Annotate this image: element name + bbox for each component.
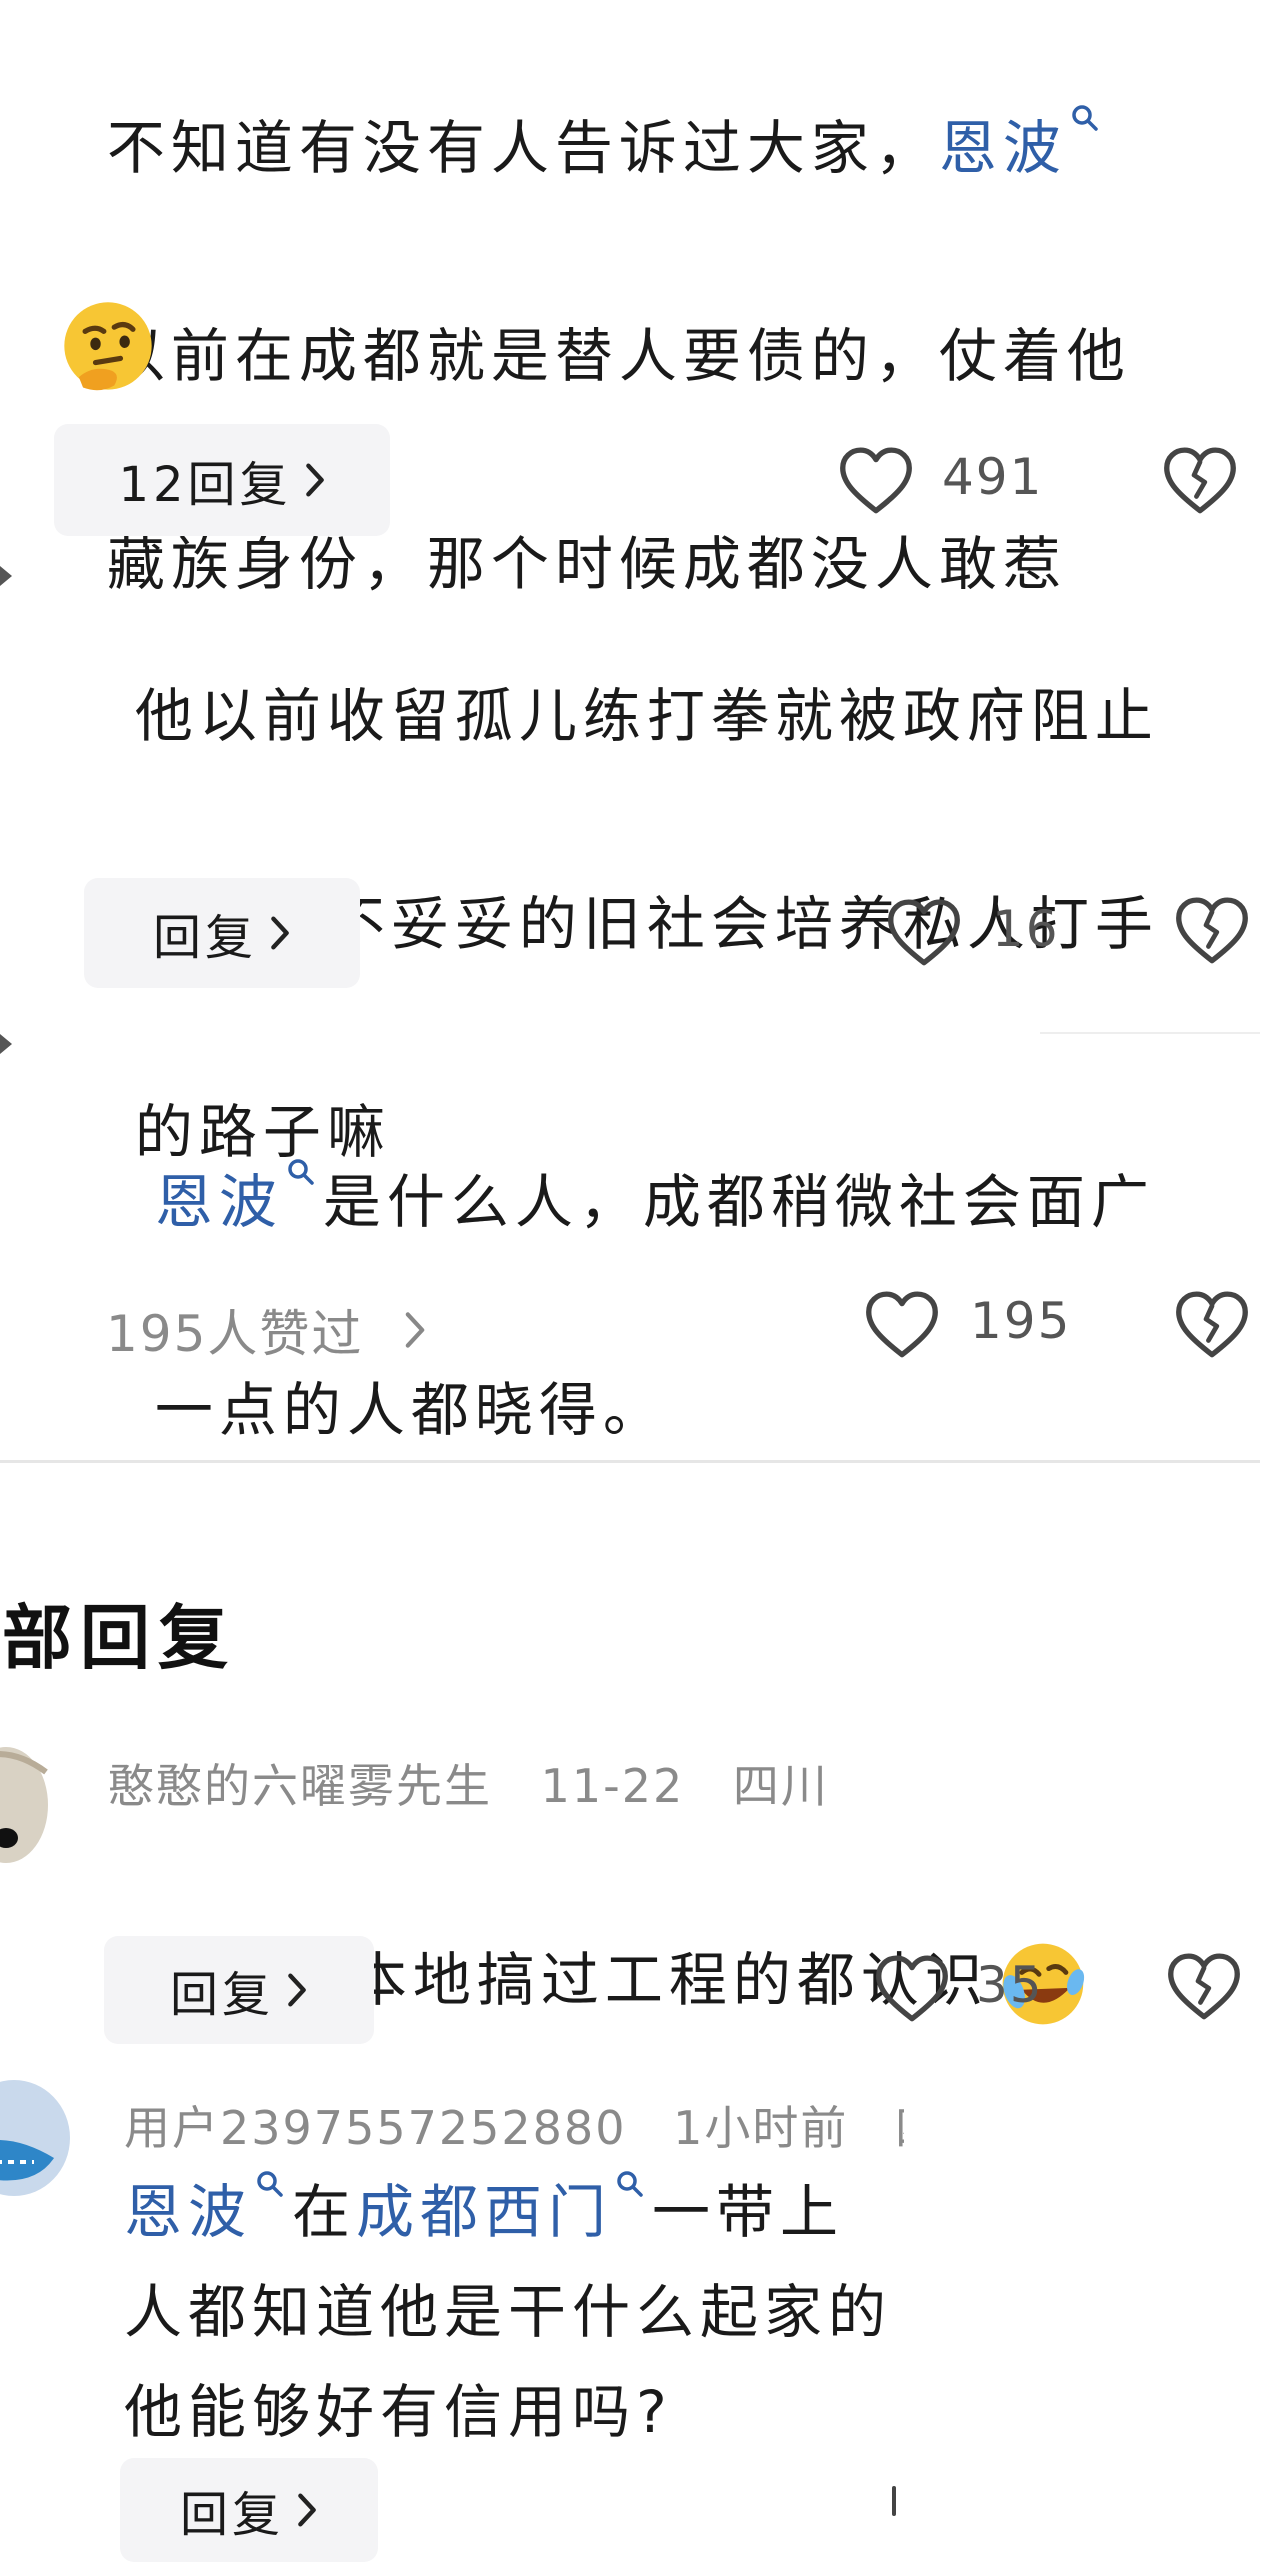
- mention-link[interactable]: 恩波: [155, 1168, 283, 1236]
- reply-label: 回复: [179, 2487, 284, 2543]
- reply-label: 回复: [169, 1967, 274, 2023]
- like-icon-partial[interactable]: [892, 2486, 896, 2516]
- avatar[interactable]: [0, 2078, 72, 2198]
- avatar[interactable]: [0, 1742, 52, 1868]
- reply-location: 四川: [732, 1759, 829, 1813]
- search-icon: [1071, 104, 1099, 132]
- comment-text-line: 他以前收留孤儿练打拳就被政府阻止: [134, 682, 1159, 750]
- reply-button[interactable]: 回复: [84, 878, 360, 988]
- section-divider: [0, 1460, 1260, 1463]
- dislike-broken-heart-icon[interactable]: [1166, 1952, 1242, 2022]
- like-count: 195: [970, 1292, 1072, 1350]
- chevron-right-icon: [286, 1972, 308, 2008]
- reply-location: 四: [895, 2101, 904, 2155]
- username[interactable]: 憨憨的六曜雾先生: [108, 1759, 492, 1813]
- dislike-broken-heart-icon[interactable]: [1174, 896, 1250, 966]
- comment-text-line: 以前在成都就是替人要债的，仗着他: [106, 322, 1131, 390]
- chevron-right-icon: [296, 2492, 318, 2528]
- reply-button[interactable]: 回复: [120, 2458, 378, 2562]
- like-heart-icon[interactable]: [864, 1290, 940, 1360]
- comment-text-segment: 不知道有没有人告诉过大家，: [106, 114, 939, 182]
- like-heart-icon[interactable]: [874, 1954, 950, 2024]
- reply-text: 恩波 在成都西门 一带上 人都知道他是干什么起家的 他能够好有信用吗?: [124, 2162, 900, 2462]
- liked-by-link[interactable]: 195人赞过: [106, 1294, 427, 1366]
- comment-text-segment: 是什么人，成都稍微社会面广: [322, 1168, 1155, 1236]
- divider: [1040, 1032, 1260, 1034]
- like-heart-icon[interactable]: [838, 446, 914, 516]
- section-title: 部回复: [2, 1597, 236, 1679]
- reply-text-segment: 一带上: [652, 2178, 845, 2246]
- like-count: 35: [976, 1956, 1044, 2014]
- reply-date: 1小时前: [673, 2101, 849, 2155]
- reply-text-segment: 在: [292, 2178, 357, 2246]
- dislike-broken-heart-icon[interactable]: [1162, 446, 1238, 516]
- dislike-broken-heart-icon[interactable]: [1174, 1290, 1250, 1360]
- replies-label: 12回复: [118, 457, 292, 513]
- thread-indicator: [0, 1034, 12, 1054]
- thread-indicator: [0, 566, 12, 586]
- mention-link[interactable]: 恩波: [939, 114, 1067, 182]
- chevron-right-icon: [304, 462, 326, 498]
- search-icon: [287, 1158, 315, 1186]
- chevron-right-icon: [403, 1310, 427, 1350]
- replies-button[interactable]: 12回复: [54, 424, 390, 536]
- reply-meta: 憨憨的六曜雾先生 11-22 四川: [108, 1750, 829, 1816]
- search-icon: [616, 2170, 644, 2198]
- reply-button[interactable]: 回复: [104, 1936, 374, 2044]
- reply-date: 11-22: [540, 1759, 685, 1813]
- comment-text-line: 一点的人都晓得。: [154, 1376, 667, 1444]
- mention-link[interactable]: 成都西门: [356, 2178, 612, 2246]
- reply-meta: 用户2397557252880 1小时前 四: [124, 2092, 904, 2158]
- reply-text-line: 他能够好有信用吗?: [124, 2378, 673, 2446]
- reply-text-line: 人都知道他是干什么起家的: [124, 2278, 893, 2346]
- like-heart-icon[interactable]: [886, 898, 962, 968]
- liked-by-label: 195人赞过: [106, 1305, 364, 1363]
- search-icon: [256, 2170, 284, 2198]
- mention-link[interactable]: 恩波: [124, 2178, 252, 2246]
- username[interactable]: 用户2397557252880: [124, 2101, 626, 2155]
- like-count: 491: [942, 448, 1044, 506]
- chevron-right-icon: [269, 915, 291, 951]
- reply-label: 回复: [152, 910, 257, 966]
- comment-3-text: 恩波 是什么人，成都稍微社会面广 一点的人都晓得。: [106, 1046, 1276, 1462]
- like-count: 16: [992, 900, 1060, 958]
- thinking-face-emoji-icon: [64, 302, 152, 391]
